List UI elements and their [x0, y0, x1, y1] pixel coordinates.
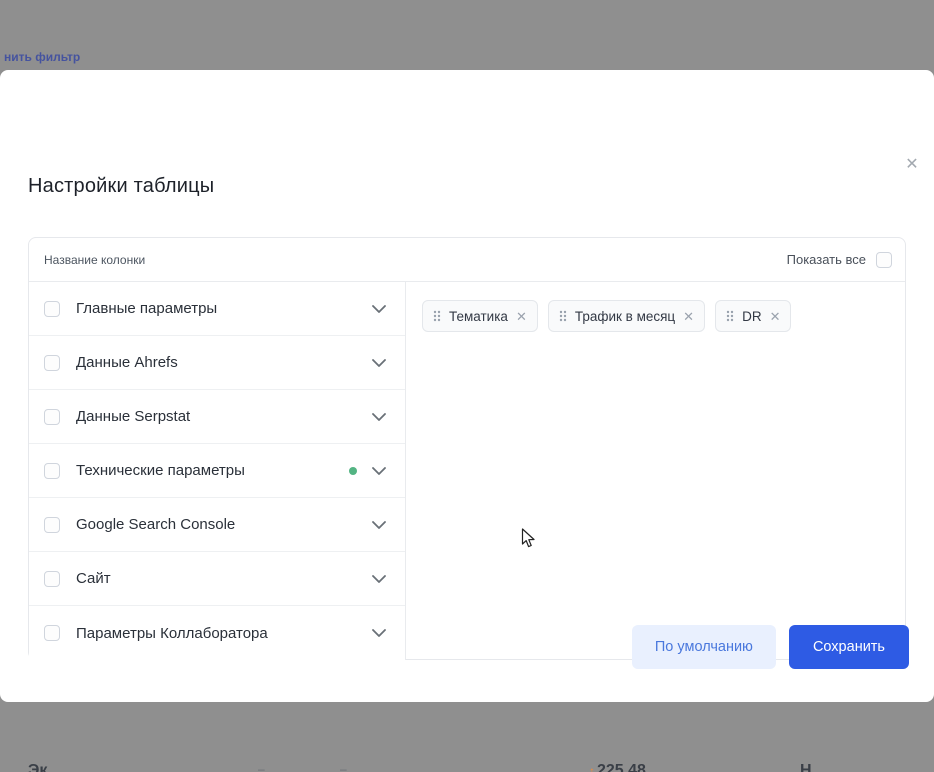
category-label: Google Search Console [76, 516, 235, 533]
category-row-site[interactable]: Сайт [29, 552, 405, 606]
panel-header: Название колонки Показать все [29, 238, 905, 282]
drag-handle-icon[interactable] [433, 310, 441, 322]
category-row-collaborator-params[interactable]: Параметры Коллаборатора [29, 606, 405, 660]
category-checkbox[interactable] [44, 625, 60, 641]
background-table-row: Эк – – ↑225.48 Н [0, 758, 934, 772]
category-checkbox[interactable] [44, 301, 60, 317]
column-chip-dr[interactable]: DR ✕ [715, 300, 791, 332]
show-all-label: Показать все [787, 252, 866, 267]
drag-handle-icon[interactable] [726, 310, 734, 322]
show-all-control: Показать все [787, 252, 892, 268]
selected-columns-area: Тематика ✕ Трафик в месяц ✕ DR ✕ [406, 282, 905, 660]
table-cell-metric: ↑225.48 [589, 762, 646, 772]
chevron-down-icon[interactable] [372, 521, 386, 529]
category-row-serpstat[interactable]: Данные Serpstat [29, 390, 405, 444]
chip-label: Тематика [449, 309, 508, 324]
chip-label: Трафик в месяц [575, 309, 675, 324]
table-cell-fragment: – [258, 762, 265, 772]
show-all-checkbox[interactable] [876, 252, 892, 268]
category-row-ahrefs[interactable]: Данные Ahrefs [29, 336, 405, 390]
up-arrow-icon: ↑ [589, 764, 595, 772]
category-label: Главные параметры [76, 300, 217, 317]
table-cell-fragment: Эк [28, 762, 47, 772]
panel-body: Главные параметры Данные Ahrefs Данные S… [29, 282, 905, 660]
remove-chip-icon[interactable]: ✕ [516, 310, 527, 323]
modal-title: Настройки таблицы [28, 175, 214, 198]
columns-panel: Название колонки Показать все Главные па… [28, 237, 906, 660]
table-settings-modal: Настройки таблицы ✕ Название колонки Пок… [0, 70, 934, 702]
save-filter-link[interactable]: нить фильтр [4, 50, 80, 64]
category-row-technical-params[interactable]: Технические параметры [29, 444, 405, 498]
category-row-google-search-console[interactable]: Google Search Console [29, 498, 405, 552]
default-button[interactable]: По умолчанию [632, 625, 776, 669]
category-checkbox[interactable] [44, 355, 60, 371]
metric-value: 225.48 [597, 762, 646, 772]
category-label: Данные Serpstat [76, 408, 190, 425]
chip-label: DR [742, 309, 762, 324]
category-checkbox[interactable] [44, 409, 60, 425]
screen: нить фильтр Эк – – ↑225.48 Н Настройки т… [0, 0, 934, 772]
category-label: Сайт [76, 570, 111, 587]
category-label: Данные Ahrefs [76, 354, 178, 371]
remove-chip-icon[interactable]: ✕ [770, 310, 781, 323]
category-checkbox[interactable] [44, 517, 60, 533]
category-list: Главные параметры Данные Ahrefs Данные S… [29, 282, 406, 660]
category-row-main-params[interactable]: Главные параметры [29, 282, 405, 336]
active-indicator-dot [349, 467, 357, 475]
chevron-down-icon[interactable] [372, 305, 386, 313]
modal-footer: По умолчанию Сохранить [632, 625, 909, 669]
save-button[interactable]: Сохранить [789, 625, 909, 669]
close-icon[interactable]: ✕ [900, 152, 924, 176]
category-checkbox[interactable] [44, 571, 60, 587]
column-name-header: Название колонки [44, 253, 145, 267]
chevron-down-icon[interactable] [372, 467, 386, 475]
table-cell-fragment: Н [800, 762, 812, 772]
chevron-down-icon[interactable] [372, 629, 386, 637]
drag-handle-icon[interactable] [559, 310, 567, 322]
category-checkbox[interactable] [44, 463, 60, 479]
category-label: Технические параметры [76, 462, 245, 479]
column-chip-tematika[interactable]: Тематика ✕ [422, 300, 538, 332]
column-chip-traffic[interactable]: Трафик в месяц ✕ [548, 300, 705, 332]
remove-chip-icon[interactable]: ✕ [683, 310, 694, 323]
chevron-down-icon[interactable] [372, 359, 386, 367]
category-label: Параметры Коллаборатора [76, 625, 268, 642]
table-cell-fragment: – [340, 762, 347, 772]
chevron-down-icon[interactable] [372, 413, 386, 421]
chevron-down-icon[interactable] [372, 575, 386, 583]
